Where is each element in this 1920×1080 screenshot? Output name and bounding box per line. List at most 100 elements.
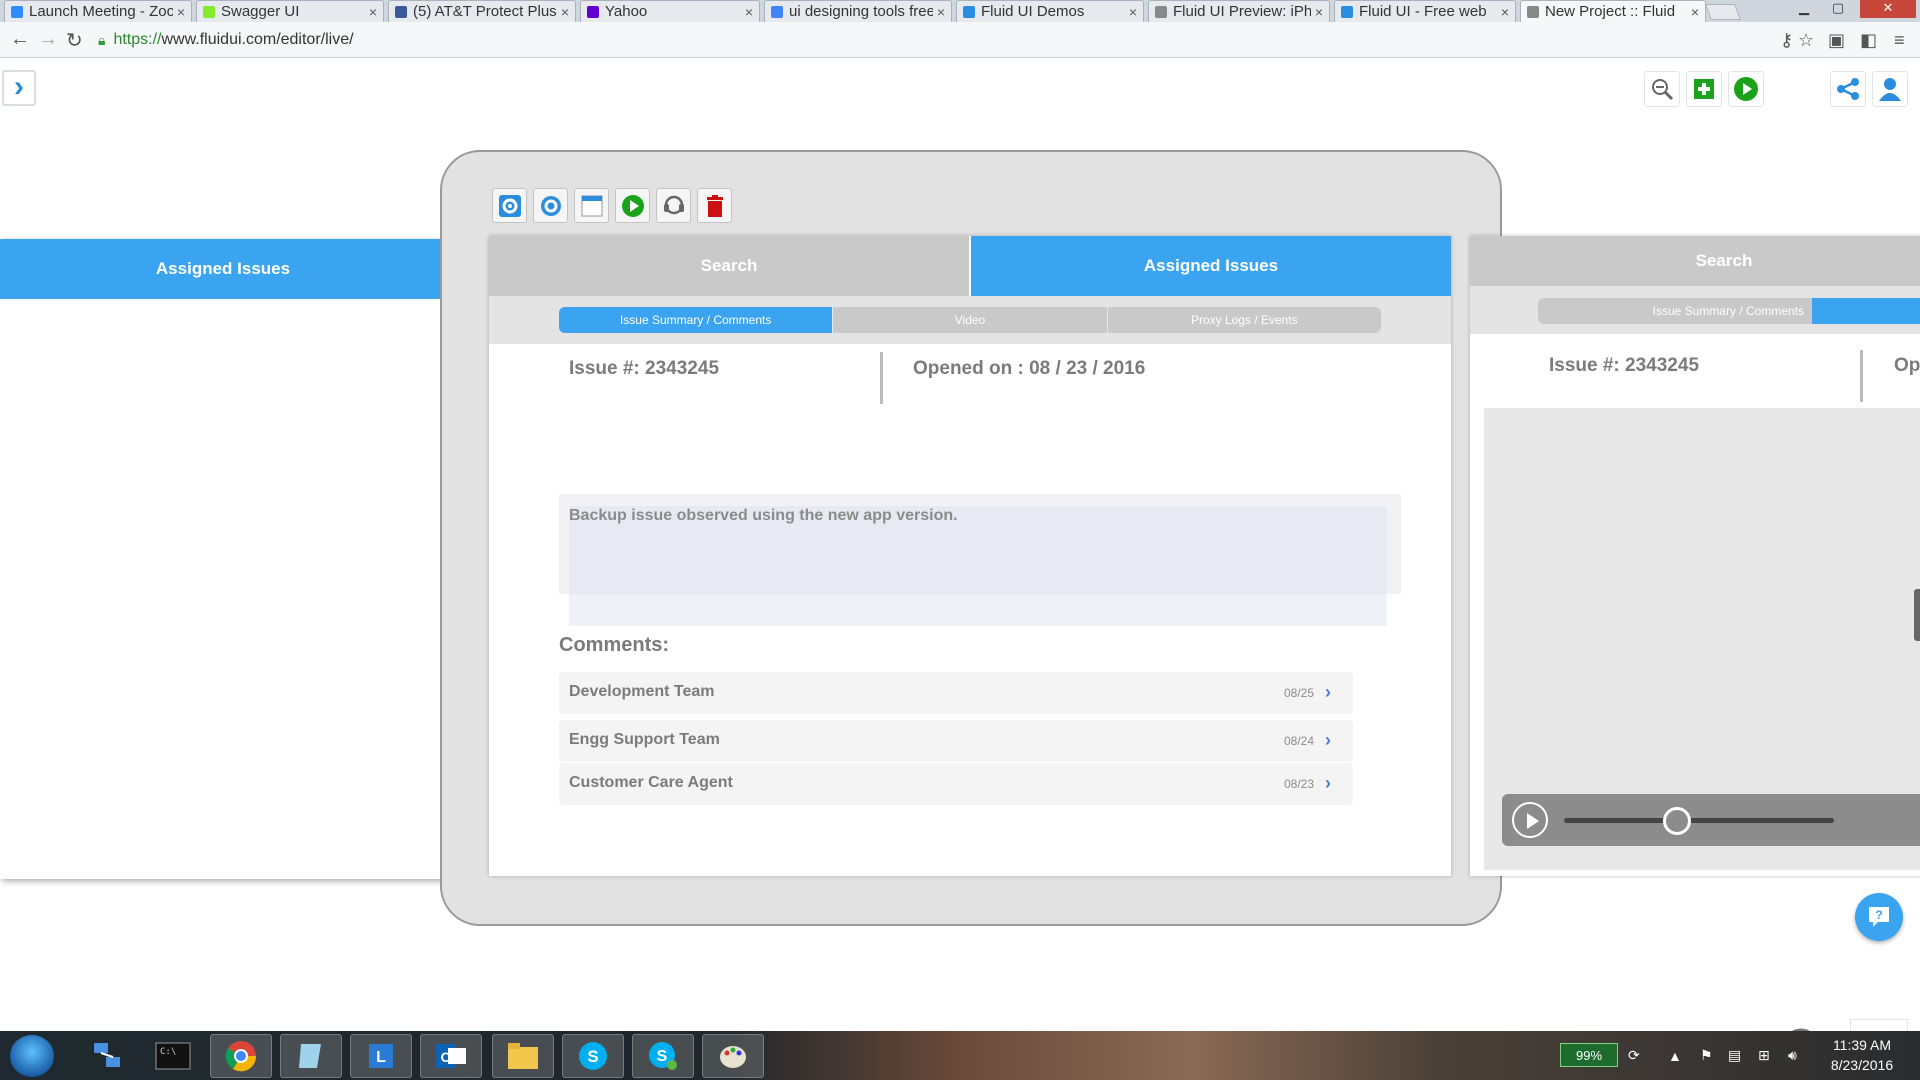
tab-title: ui designing tools free — [789, 3, 933, 20]
trash-icon — [706, 194, 723, 217]
window-close-icon[interactable]: ✕ — [1860, 0, 1916, 18]
tray-expand-icon[interactable]: ▲ — [1668, 1031, 1682, 1080]
browser-tab[interactable]: ui designing tools free × — [764, 0, 952, 22]
play-preview-button[interactable] — [1728, 71, 1764, 107]
comment-author: Development Team — [569, 683, 715, 700]
chevron-right-icon: › — [1325, 682, 1331, 702]
file-explorer-icon[interactable] — [492, 1034, 554, 1078]
screen-settings-button[interactable] — [492, 188, 527, 223]
tab-close-icon[interactable]: × — [1129, 4, 1137, 20]
comment-row[interactable]: Customer Care Agent 08/23 › — [559, 763, 1353, 805]
cog-square-icon — [498, 194, 521, 217]
tab-close-icon[interactable]: × — [937, 4, 945, 20]
svg-text:L: L — [376, 1049, 386, 1066]
subtab-issue-summary[interactable]: Issue Summary / Comments — [559, 307, 833, 333]
comments-button[interactable] — [656, 188, 691, 223]
tab-title: Fluid UI Demos — [981, 3, 1085, 20]
right-subtab-issue-summary: Issue Summary / Comments — [1538, 298, 1812, 324]
extension-icon[interactable]: ▣ — [1828, 30, 1845, 51]
video-seek-knob[interactable] — [1663, 807, 1692, 835]
share-button[interactable] — [1830, 71, 1866, 107]
reload-icon[interactable]: ↻ — [66, 28, 83, 53]
tab-close-icon[interactable]: × — [561, 4, 569, 20]
tab-close-icon[interactable]: × — [745, 4, 753, 20]
right-meta-divider — [1860, 350, 1863, 402]
browser-tab[interactable]: Swagger UI × — [196, 0, 384, 22]
system-clock[interactable]: 11:39 AM 8/23/2016 — [1812, 1035, 1912, 1075]
window-maximize-icon[interactable]: ▢ — [1822, 0, 1854, 18]
forward-icon[interactable]: → — [38, 28, 58, 51]
browser-tab[interactable]: Fluid UI Preview: iPhone× — [1148, 0, 1330, 22]
video-player[interactable] — [1484, 408, 1920, 870]
comment-date: 08/25 — [1284, 686, 1315, 700]
tab-title: Fluid UI Preview: iPhone — [1173, 3, 1311, 20]
nav-tab-search[interactable]: Search — [489, 236, 969, 296]
tray-network-icon[interactable]: ⊞ — [1758, 1031, 1770, 1080]
browser-tab[interactable]: New Project :: Fluid × — [1520, 0, 1706, 22]
left-screen-preview[interactable]: Assigned Issues — [0, 239, 446, 879]
delete-screen-button[interactable] — [697, 188, 732, 223]
lync-icon[interactable]: L — [350, 1034, 412, 1078]
zoom-out-button[interactable] — [1644, 71, 1680, 107]
network-app-icon[interactable] — [76, 1034, 138, 1078]
play-screen-button[interactable] — [615, 188, 650, 223]
tray-device-icon[interactable]: ▤ — [1728, 1031, 1741, 1080]
battery-indicator[interactable]: 99% — [1560, 1043, 1618, 1067]
tab-favicon-icon — [395, 5, 407, 18]
extension-icon-2[interactable]: ◧ — [1860, 30, 1877, 51]
tray-volume-icon[interactable]: 🔊︎ — [1788, 1031, 1797, 1080]
video-seek-track[interactable] — [1564, 818, 1834, 823]
skype-icon[interactable]: S — [562, 1034, 624, 1078]
subtab-video[interactable]: Video — [832, 307, 1106, 333]
tab-close-icon[interactable]: × — [177, 4, 185, 20]
right-screen-preview[interactable]: Search Issue Summary / Comments Issue #:… — [1470, 236, 1920, 876]
new-tab-button[interactable] — [1705, 4, 1741, 20]
nav-tab-assigned-issues[interactable]: Assigned Issues — [969, 236, 1451, 296]
tab-close-icon[interactable]: × — [1315, 4, 1323, 20]
tray-flag-icon[interactable]: ⚑ — [1700, 1031, 1713, 1080]
help-chat-button[interactable]: ? — [1855, 893, 1903, 941]
tab-close-icon[interactable]: × — [1501, 4, 1509, 20]
subtab-proxy-logs[interactable]: Proxy Logs / Events — [1106, 307, 1381, 333]
menu-icon[interactable]: ≡ — [1894, 30, 1905, 51]
chrome-icon[interactable] — [210, 1034, 272, 1078]
comment-row[interactable]: Engg Support Team 08/24 › — [559, 720, 1353, 762]
command-prompt-icon[interactable]: C:\ — [142, 1034, 204, 1078]
issue-description-box[interactable]: Backup issue observed using the new app … — [559, 494, 1401, 626]
paint-icon[interactable] — [702, 1034, 764, 1078]
back-icon[interactable]: ← — [10, 28, 30, 51]
key-icon[interactable]: ⚷ — [1780, 30, 1793, 51]
comment-row[interactable]: Development Team 08/25 › — [559, 672, 1353, 714]
screen-config-button[interactable] — [533, 188, 568, 223]
expand-sidebar-icon[interactable]: › — [2, 70, 36, 106]
browser-tab[interactable]: Fluid UI - Free web × — [1334, 0, 1516, 22]
address-bar[interactable]: 🔒︎ https://www.fluidui.com/editor/live/ — [98, 27, 1758, 53]
skype-business-icon[interactable]: S — [632, 1034, 694, 1078]
tab-close-icon[interactable]: × — [369, 4, 377, 20]
layout-button[interactable] — [574, 188, 609, 223]
comment-author: Engg Support Team — [569, 731, 720, 748]
tab-title: Fluid UI - Free web — [1359, 3, 1487, 20]
video-play-icon[interactable] — [1512, 802, 1548, 838]
outlook-icon[interactable]: O — [420, 1034, 482, 1078]
tray-icon-sync[interactable]: ⟳ — [1628, 1031, 1640, 1080]
window-minimize-icon[interactable]: ▁ — [1788, 0, 1820, 18]
layout-icon — [581, 195, 602, 216]
comment-date: 08/23 — [1284, 777, 1315, 791]
start-button[interactable] — [10, 1035, 54, 1077]
browser-tab[interactable]: (5) AT&T Protect Plus × — [388, 0, 576, 22]
clock-time: 11:39 AM — [1832, 1037, 1892, 1053]
tab-favicon-icon — [771, 5, 783, 18]
browser-tab[interactable]: Yahoo × — [580, 0, 760, 22]
browser-tab[interactable]: Fluid UI Demos × — [956, 0, 1144, 22]
svg-text:S: S — [587, 1047, 598, 1066]
browser-tab[interactable]: Launch Meeting - Zoom × — [4, 0, 192, 22]
notepad-icon[interactable] — [280, 1034, 342, 1078]
bookmark-star-icon[interactable]: ☆ — [1798, 30, 1814, 51]
tab-close-icon[interactable]: × — [1691, 4, 1699, 20]
canvas-scroll-handle[interactable] — [1914, 589, 1920, 641]
lock-icon: 🔒︎ — [98, 31, 106, 48]
account-button[interactable] — [1872, 71, 1908, 107]
help-bubble-icon: ? — [1869, 907, 1889, 927]
add-screen-button[interactable] — [1686, 71, 1722, 107]
